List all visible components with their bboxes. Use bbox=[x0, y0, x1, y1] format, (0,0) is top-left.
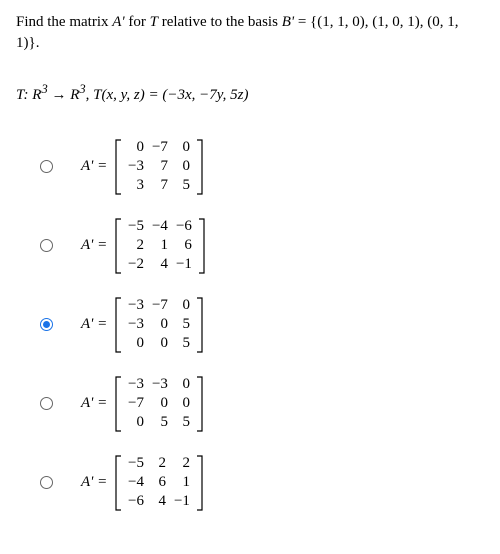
radio-button[interactable] bbox=[40, 160, 53, 173]
matrix-cell: 0 bbox=[124, 413, 148, 432]
radio-button[interactable] bbox=[40, 397, 53, 410]
matrix-expression: A' = −5−4−6 216 −24−1 bbox=[81, 217, 205, 274]
matrix-cell: 4 bbox=[148, 492, 170, 511]
matrix-cell: 3 bbox=[124, 176, 148, 195]
matrix-cell: 0 bbox=[124, 334, 148, 353]
left-bracket-icon bbox=[115, 139, 122, 195]
matrix-cell: −5 bbox=[124, 454, 148, 473]
matrix-cell: −5 bbox=[124, 217, 148, 236]
right-bracket-icon bbox=[196, 455, 203, 511]
matrix-cell: 0 bbox=[148, 334, 172, 353]
matrix-cell: 5 bbox=[172, 176, 194, 195]
basis-label: B' bbox=[282, 14, 294, 30]
matrix-cell: 0 bbox=[172, 157, 194, 176]
matrix-lhs: A' = bbox=[81, 474, 111, 491]
matrix-cell: 1 bbox=[148, 236, 172, 255]
matrix-cell: 6 bbox=[148, 473, 170, 492]
matrix-cell: 5 bbox=[172, 315, 194, 334]
matrix-cell: 4 bbox=[148, 255, 172, 274]
t-arrow: → R bbox=[48, 87, 80, 103]
q-mid1: for bbox=[125, 14, 150, 30]
t-rest: , T(x, y, z) = (−3x, −7y, 5z) bbox=[86, 87, 249, 103]
radio-button[interactable] bbox=[40, 239, 53, 252]
matrix-expression: A' = −3−70−305005 bbox=[81, 296, 203, 353]
matrix-cell: 0 bbox=[172, 138, 194, 157]
matrix-cell: 0 bbox=[148, 394, 172, 413]
matrix-cell: 0 bbox=[172, 375, 194, 394]
matrix-lhs: A' = bbox=[81, 158, 111, 175]
q-prefix: Find the matrix bbox=[16, 14, 112, 30]
radio-button[interactable] bbox=[40, 318, 53, 331]
matrix-cell: 2 bbox=[124, 236, 148, 255]
matrix-cell: −4 bbox=[124, 473, 148, 492]
matrix-table: −3−70−305005 bbox=[124, 296, 194, 353]
question-text: Find the matrix A' for T relative to the… bbox=[16, 12, 484, 54]
matrix-cell: −6 bbox=[172, 217, 196, 236]
matrix-cell: −3 bbox=[124, 315, 148, 334]
matrix-cell: 0 bbox=[148, 315, 172, 334]
matrix-cell: 0 bbox=[172, 296, 194, 315]
matrix-cell: −3 bbox=[124, 157, 148, 176]
aprime-sym: A' bbox=[112, 14, 124, 30]
matrix-cell: 5 bbox=[172, 413, 194, 432]
transform-definition: T: R3 → R3, T(x, y, z) = (−3x, −7y, 5z) bbox=[16, 82, 484, 104]
matrix-cell: −4 bbox=[148, 217, 172, 236]
matrix-table: −5−4−6 216 −24−1 bbox=[124, 217, 196, 274]
option-row[interactable]: A' = −5−4−6 216 −24−1 bbox=[16, 217, 484, 274]
t-lhs: T: R bbox=[16, 87, 41, 103]
matrix-lhs: A' = bbox=[81, 237, 111, 254]
option-row[interactable]: A' = −3−70−305005 bbox=[16, 296, 484, 353]
matrix-cell: 1 bbox=[170, 473, 194, 492]
matrix-lhs: A' = bbox=[81, 316, 111, 333]
matrix-expression: A' = −522−461−64−1 bbox=[81, 454, 203, 511]
right-bracket-icon bbox=[196, 297, 203, 353]
matrix-expression: A' = −3−30−700055 bbox=[81, 375, 203, 432]
matrix-cell: −2 bbox=[124, 255, 148, 274]
matrix-lhs: A' = bbox=[81, 395, 111, 412]
matrix-cell: −6 bbox=[124, 492, 148, 511]
matrix-cell: 7 bbox=[148, 176, 172, 195]
option-row[interactable]: A' = −522−461−64−1 bbox=[16, 454, 484, 511]
t-sym: T bbox=[150, 14, 158, 30]
matrix-cell: 6 bbox=[172, 236, 196, 255]
left-bracket-icon bbox=[115, 297, 122, 353]
matrix-cell: −1 bbox=[172, 255, 196, 274]
matrix-table: −522−461−64−1 bbox=[124, 454, 194, 511]
matrix-table: −3−30−700055 bbox=[124, 375, 194, 432]
right-bracket-icon bbox=[196, 139, 203, 195]
options-list: A' = 0−70−370375A' = −5−4−6216−24−1A' = … bbox=[16, 138, 484, 511]
matrix-cell: 7 bbox=[148, 157, 172, 176]
matrix-expression: A' = 0−70−370375 bbox=[81, 138, 203, 195]
matrix-cell: 2 bbox=[148, 454, 170, 473]
matrix-cell: −1 bbox=[170, 492, 194, 511]
matrix-cell: −7 bbox=[124, 394, 148, 413]
matrix-cell: −3 bbox=[124, 375, 148, 394]
radio-button[interactable] bbox=[40, 476, 53, 489]
matrix-cell: −7 bbox=[148, 296, 172, 315]
left-bracket-icon bbox=[115, 218, 122, 274]
option-row[interactable]: A' = 0−70−370375 bbox=[16, 138, 484, 195]
q-mid2: relative to the basis bbox=[158, 14, 282, 30]
left-bracket-icon bbox=[115, 455, 122, 511]
right-bracket-icon bbox=[196, 376, 203, 432]
matrix-cell: 5 bbox=[148, 413, 172, 432]
matrix-cell: 5 bbox=[172, 334, 194, 353]
matrix-table: 0−70−370375 bbox=[124, 138, 194, 195]
matrix-cell: 0 bbox=[172, 394, 194, 413]
matrix-cell: 0 bbox=[124, 138, 148, 157]
left-bracket-icon bbox=[115, 376, 122, 432]
matrix-cell: 2 bbox=[170, 454, 194, 473]
matrix-cell: −7 bbox=[148, 138, 172, 157]
right-bracket-icon bbox=[198, 218, 205, 274]
matrix-cell: −3 bbox=[148, 375, 172, 394]
option-row[interactable]: A' = −3−30−700055 bbox=[16, 375, 484, 432]
matrix-cell: −3 bbox=[124, 296, 148, 315]
